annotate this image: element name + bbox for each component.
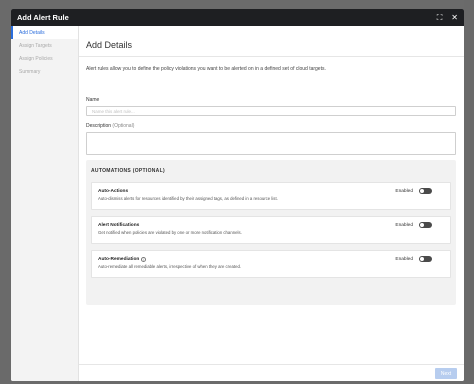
- optional-hint: (Optional): [112, 123, 135, 129]
- step-label: Assign Policies: [19, 55, 53, 62]
- step-summary[interactable]: Summary: [11, 65, 78, 78]
- automation-title: Alert Notifications: [98, 223, 139, 228]
- automation-title-text: Alert Notifications: [98, 223, 140, 228]
- info-icon[interactable]: i: [141, 257, 147, 262]
- automation-description: Auto-dismiss alerts for resources identi…: [98, 196, 278, 201]
- main-content: Add Details Alert rules allow you to def…: [79, 26, 464, 381]
- enabled-label: Enabled: [395, 223, 413, 228]
- automation-title: Auto-Actions: [98, 189, 128, 194]
- description-label: Description (Optional): [86, 123, 134, 129]
- section-title: Add Details: [86, 40, 133, 50]
- name-input[interactable]: [86, 106, 456, 116]
- divider: [79, 56, 464, 57]
- expand-icon[interactable]: ⛶: [437, 13, 443, 22]
- enabled-label: Enabled: [395, 189, 413, 194]
- step-label: Add Details: [19, 29, 45, 36]
- modal-header: Add Alert Rule ⛶ ✕: [11, 9, 464, 26]
- enabled-label: Enabled: [395, 257, 413, 262]
- step-assign-policies[interactable]: Assign Policies: [11, 52, 78, 65]
- step-label: Summary: [19, 68, 41, 75]
- automation-title-text: Auto-Actions: [98, 189, 129, 194]
- automations-title: AUTOMATIONS (OPTIONAL): [91, 168, 165, 174]
- wizard-steps: Add Details Assign Targets Assign Polici…: [11, 26, 79, 381]
- footer-divider: [79, 364, 464, 365]
- modal-title: Add Alert Rule: [17, 13, 69, 22]
- automation-description: Get notified when policies are violated …: [98, 230, 242, 235]
- auto-actions-toggle[interactable]: [419, 188, 432, 194]
- add-alert-rule-modal: Add Alert Rule ⛶ ✕ Add Details Assign Ta…: [11, 9, 464, 381]
- auto-remediation-toggle[interactable]: [419, 256, 432, 262]
- automation-card-alert-notifications: Alert Notifications Get notified when po…: [91, 216, 451, 244]
- toggle-knob: [420, 257, 424, 261]
- description-input[interactable]: [86, 132, 456, 155]
- automation-card-auto-remediation: Auto-Remediation i Auto-remediate all re…: [91, 250, 451, 278]
- step-label: Assign Targets: [19, 42, 52, 49]
- next-button[interactable]: Next: [435, 368, 457, 379]
- backdrop-left: [0, 0, 11, 384]
- automations-panel: AUTOMATIONS (OPTIONAL) Auto-Actions Auto…: [86, 160, 456, 305]
- automation-description: Auto-remediate all remediable alerts, ir…: [98, 264, 242, 269]
- automation-title-text: Auto-Remediation: [98, 257, 140, 262]
- toggle-knob: [420, 189, 424, 193]
- automation-card-auto-actions: Auto-Actions Auto-dismiss alerts for res…: [91, 182, 451, 210]
- backdrop-right: [464, 0, 474, 384]
- step-assign-targets[interactable]: Assign Targets: [11, 39, 78, 52]
- intro-text: Alert rules allow you to define the poli…: [86, 66, 326, 72]
- name-label: Name: [86, 97, 100, 103]
- automation-title: Auto-Remediation i: [98, 257, 147, 262]
- toggle-knob: [420, 223, 424, 227]
- close-icon[interactable]: ✕: [451, 13, 458, 22]
- alert-notifications-toggle[interactable]: [419, 222, 432, 228]
- description-label-text: Description: [86, 123, 112, 129]
- step-add-details[interactable]: Add Details: [11, 26, 78, 39]
